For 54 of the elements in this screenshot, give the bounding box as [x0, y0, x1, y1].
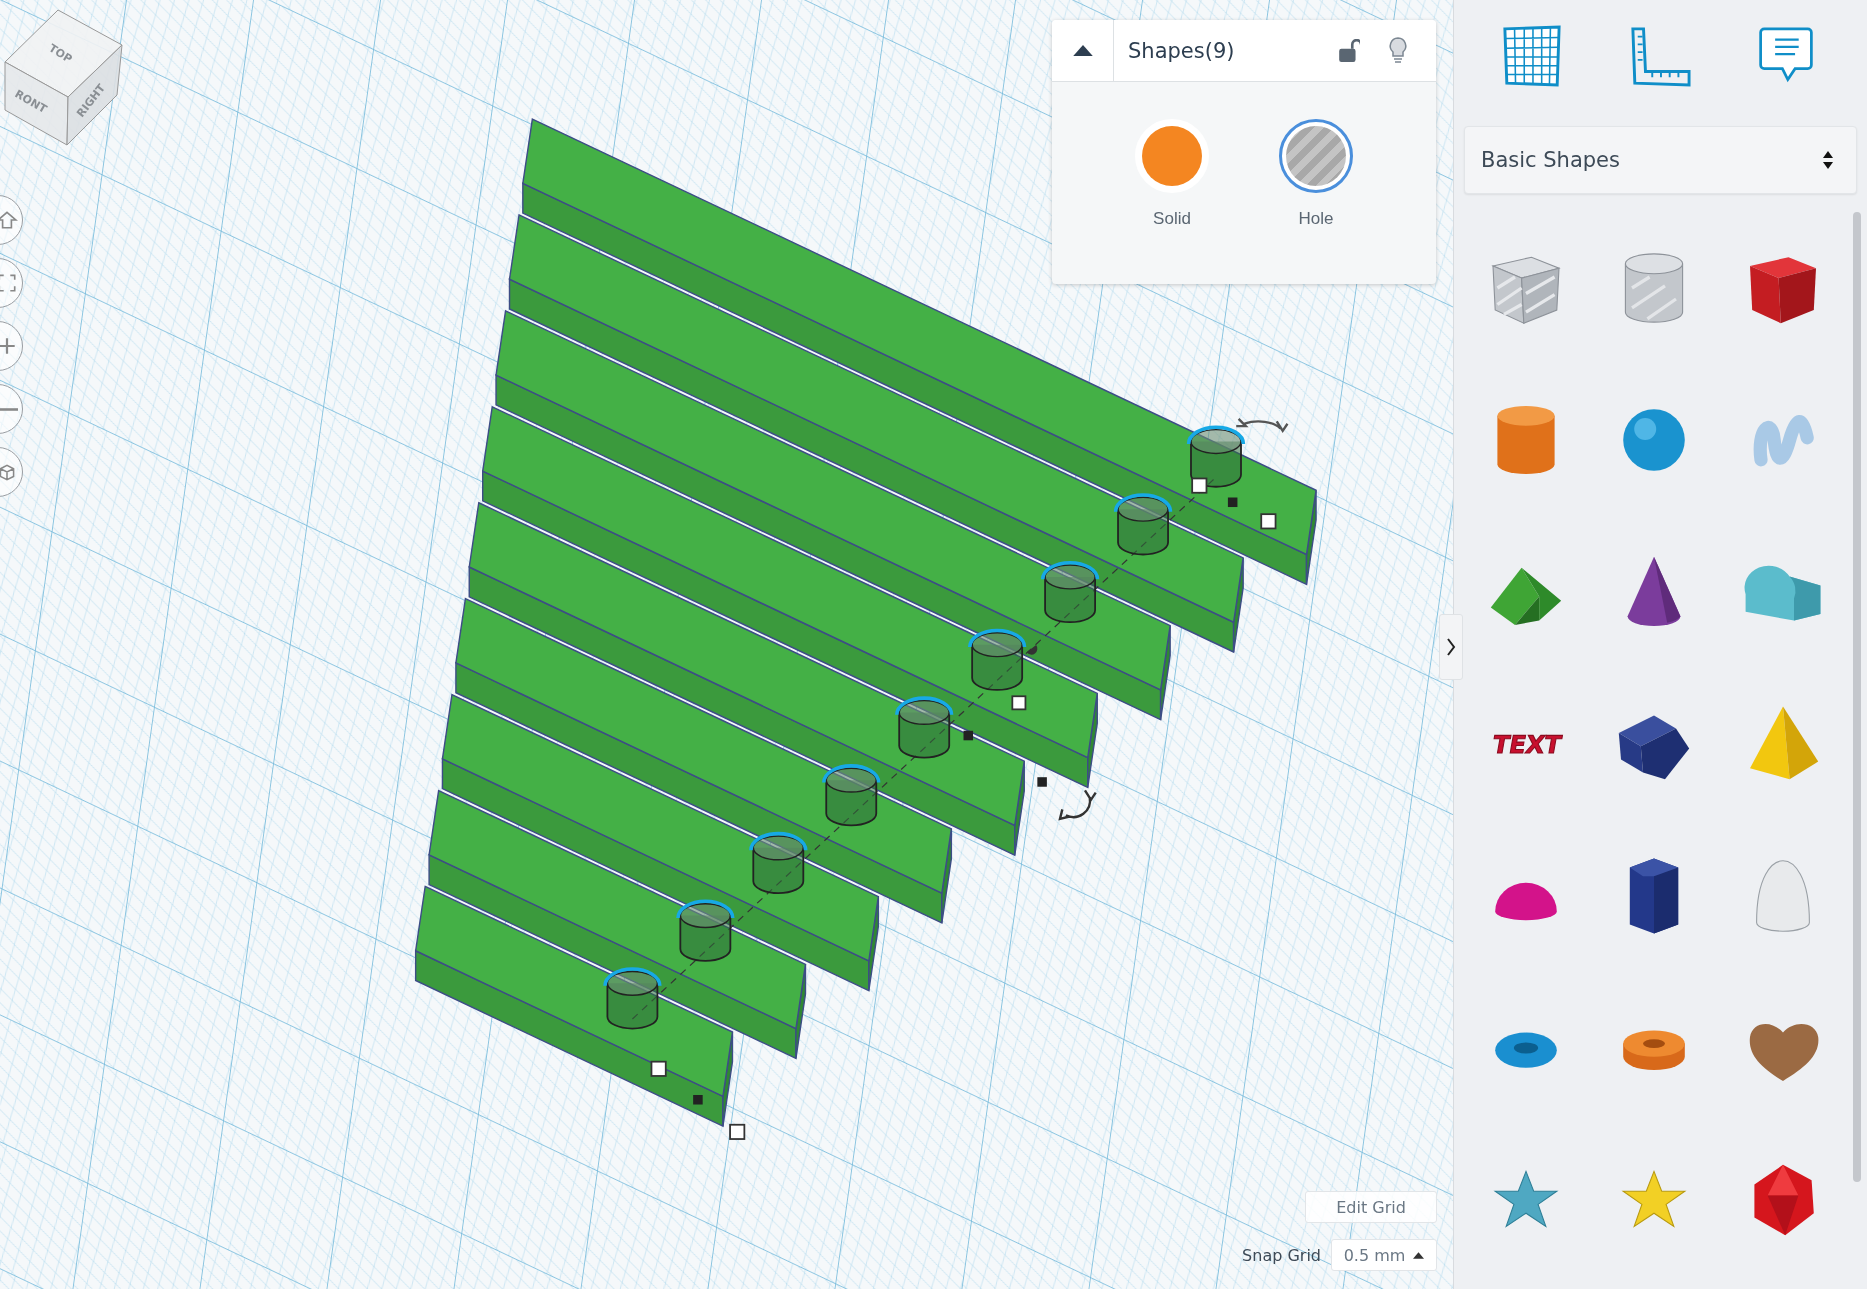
sort-arrows-icon [1822, 150, 1834, 170]
resize-handle[interactable] [1011, 695, 1027, 711]
resize-handle[interactable] [1191, 477, 1208, 494]
bar-block[interactable] [481, 405, 1099, 789]
hole-cylinder[interactable] [676, 899, 735, 962]
option-label: Hole [1298, 209, 1334, 229]
snap-grid-dropdown[interactable]: 0.5 mm [1331, 1239, 1437, 1271]
resize-handle[interactable] [1260, 513, 1277, 530]
bar-block[interactable] [441, 693, 880, 992]
scrollbar[interactable] [1853, 212, 1861, 1182]
resize-handle[interactable] [650, 1060, 667, 1077]
bar-block[interactable] [428, 789, 807, 1060]
collapse-panel-button[interactable] [1439, 614, 1463, 680]
category-dropdown[interactable]: Basic Shapes [1464, 126, 1857, 194]
resize-handle[interactable] [693, 1095, 703, 1105]
view-cube[interactable] [4, 9, 123, 146]
rotate-arrow-icon[interactable] [1058, 789, 1097, 821]
resize-handle[interactable] [1227, 497, 1238, 508]
text-shape-icon: TEXT [1482, 700, 1571, 788]
lightbulb-icon[interactable] [1388, 36, 1408, 65]
hole-option[interactable]: Hole [1279, 119, 1353, 229]
unlock-icon[interactable] [1338, 38, 1360, 63]
panel-title: Shapes(9) [1127, 38, 1236, 63]
hole-cylinder[interactable] [1186, 425, 1246, 488]
plus-icon [0, 335, 18, 357]
hole-cylinder[interactable] [822, 764, 881, 827]
shape-tile[interactable]: TEXT [1462, 668, 1591, 820]
resize-handle[interactable] [963, 730, 974, 741]
rotate-arrow-icon[interactable] [1235, 417, 1289, 433]
resize-handle[interactable] [729, 1123, 746, 1140]
home-icon [0, 209, 18, 231]
hole-cylinder[interactable] [1113, 493, 1173, 556]
hole-cylinder[interactable] [749, 831, 808, 894]
option-label: Solid [1153, 209, 1191, 229]
bar-block[interactable] [495, 309, 1171, 721]
solid-option[interactable]: Solid [1135, 119, 1209, 229]
edit-grid-button[interactable]: Edit Grid [1305, 1191, 1437, 1223]
bar-block[interactable] [414, 885, 734, 1128]
hole-cylinder[interactable] [603, 967, 662, 1030]
bar-block[interactable] [468, 501, 1026, 857]
height-handle-icon[interactable] [1026, 645, 1038, 655]
hole-cylinder[interactable] [895, 696, 954, 759]
fit-view-icon [0, 272, 18, 294]
minus-icon [0, 407, 18, 411]
hole-cylinder[interactable] [1040, 560, 1100, 624]
view-cube-label: TOP [46, 41, 75, 66]
bar-block[interactable] [455, 597, 953, 924]
snap-grid-label: Snap Grid [1242, 1245, 1321, 1265]
bar-block[interactable] [508, 213, 1244, 654]
resize-handle[interactable] [1037, 777, 1047, 787]
grid-icon[interactable] [1500, 25, 1563, 87]
caret-icon [1413, 1251, 1425, 1259]
caret-icon [1071, 44, 1094, 57]
hole-cylinder[interactable] [968, 628, 1027, 691]
